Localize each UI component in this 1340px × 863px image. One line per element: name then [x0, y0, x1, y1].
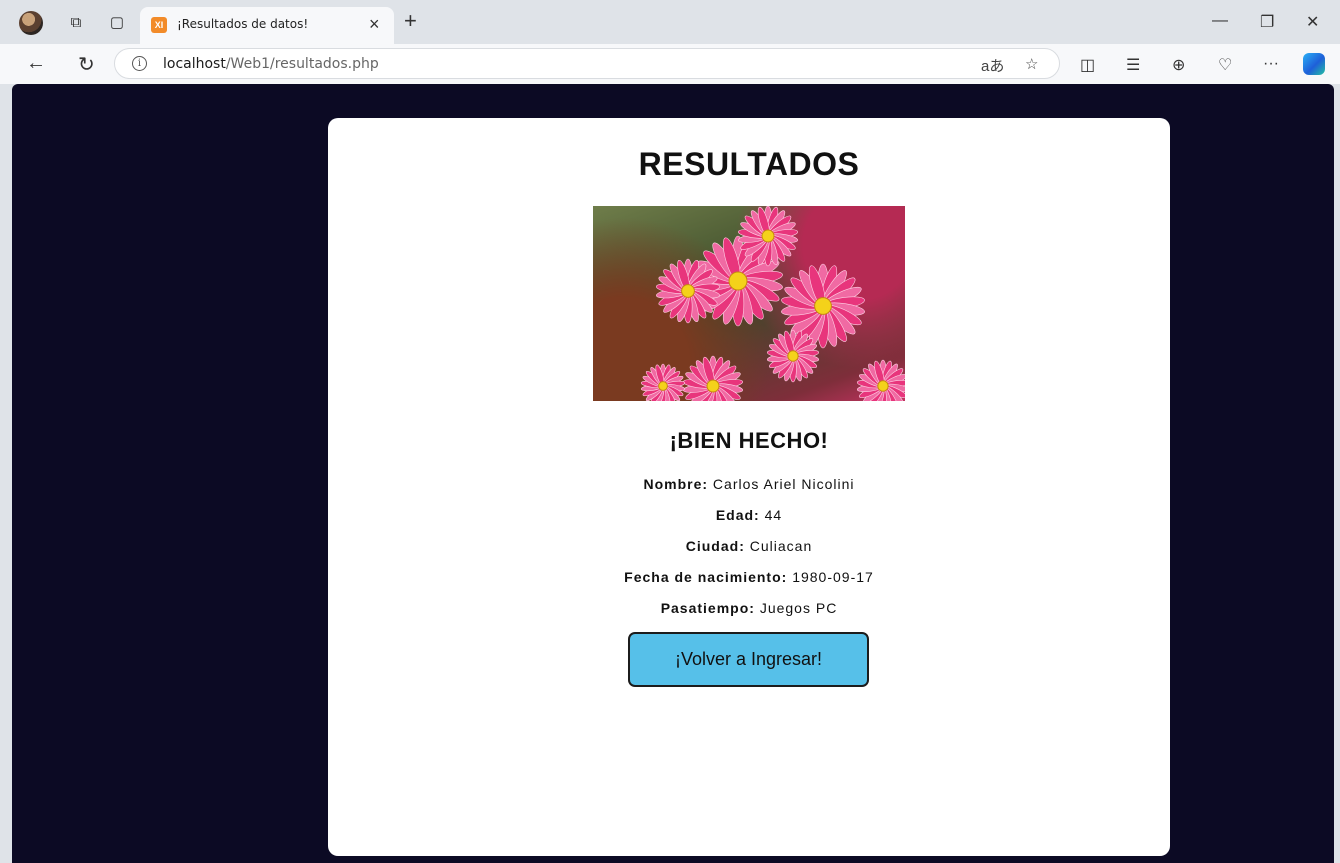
new-tab-icon[interactable]: +: [404, 8, 417, 34]
flower-image: [593, 206, 905, 401]
address-bar[interactable]: i localhost/Web1/resultados.php aあ ☆: [114, 48, 1060, 79]
url-text[interactable]: localhost/Web1/resultados.php: [163, 56, 379, 72]
info-icon[interactable]: i: [132, 56, 147, 71]
restore-icon[interactable]: ❐: [1260, 12, 1274, 32]
field-label: Ciudad:: [685, 538, 745, 554]
minimize-icon[interactable]: —: [1212, 12, 1228, 30]
field-label: Edad:: [715, 507, 760, 523]
tab-actions-icon[interactable]: ▢: [107, 12, 127, 32]
close-tab-icon[interactable]: ×: [369, 14, 380, 35]
field-value: Culiacan: [749, 538, 813, 554]
results-card: RESULTADOS ¡BIEN HECHO! Nombre: Carlos A…: [328, 118, 1170, 856]
field-nombre: Nombre: Carlos Ariel Nicolini: [328, 476, 1170, 492]
page-viewport: RESULTADOS ¡BIEN HECHO! Nombre: Carlos A…: [12, 84, 1334, 863]
field-label: Fecha de nacimiento:: [624, 569, 788, 585]
flower-illustration: [640, 206, 905, 401]
browser-toolbar: ← ↻ i localhost/Web1/resultados.php aあ ☆…: [0, 44, 1340, 84]
favorites-icon[interactable]: ☰: [1126, 55, 1140, 75]
back-to-form-button[interactable]: ¡Volver a Ingresar!: [628, 632, 869, 687]
read-aloud-icon[interactable]: aあ: [981, 55, 1004, 76]
field-label: Pasatiempo:: [660, 600, 755, 616]
field-value: Juegos PC: [759, 600, 838, 616]
xampp-favicon-icon: XI: [151, 17, 167, 33]
back-arrow-icon[interactable]: ←: [26, 52, 46, 75]
refresh-icon[interactable]: ↻: [78, 52, 95, 77]
field-ciudad: Ciudad: Culiacan: [328, 538, 1170, 554]
profile-avatar[interactable]: [19, 11, 43, 35]
workspaces-icon[interactable]: ⧉: [66, 12, 86, 32]
tab-strip: ⧉ ▢ XI ¡Resultados de datos! × + — ❐ ✕: [0, 0, 1340, 44]
close-window-icon[interactable]: ✕: [1306, 12, 1319, 32]
field-value: 44: [764, 507, 783, 523]
browser-essentials-icon[interactable]: ♡: [1218, 55, 1232, 75]
field-pasatiempo: Pasatiempo: Juegos PC: [328, 600, 1170, 616]
collections-icon[interactable]: ⊕: [1172, 55, 1185, 75]
tab-title: ¡Resultados de datos!: [177, 17, 309, 31]
field-value: 1980-09-17: [792, 569, 874, 585]
copilot-icon[interactable]: [1303, 53, 1325, 75]
field-value: Carlos Ariel Nicolini: [712, 476, 855, 492]
browser-tab[interactable]: XI ¡Resultados de datos! ×: [140, 7, 394, 44]
split-screen-icon[interactable]: ◫: [1080, 55, 1095, 75]
favorite-star-icon[interactable]: ☆: [1025, 55, 1038, 73]
field-edad: Edad: 44: [328, 507, 1170, 523]
success-heading: ¡BIEN HECHO!: [669, 428, 829, 453]
field-fecha-nacimiento: Fecha de nacimiento: 1980-09-17: [328, 569, 1170, 585]
page-title: RESULTADOS: [638, 146, 860, 182]
field-label: Nombre:: [643, 476, 709, 492]
more-menu-icon[interactable]: ···: [1263, 55, 1279, 73]
